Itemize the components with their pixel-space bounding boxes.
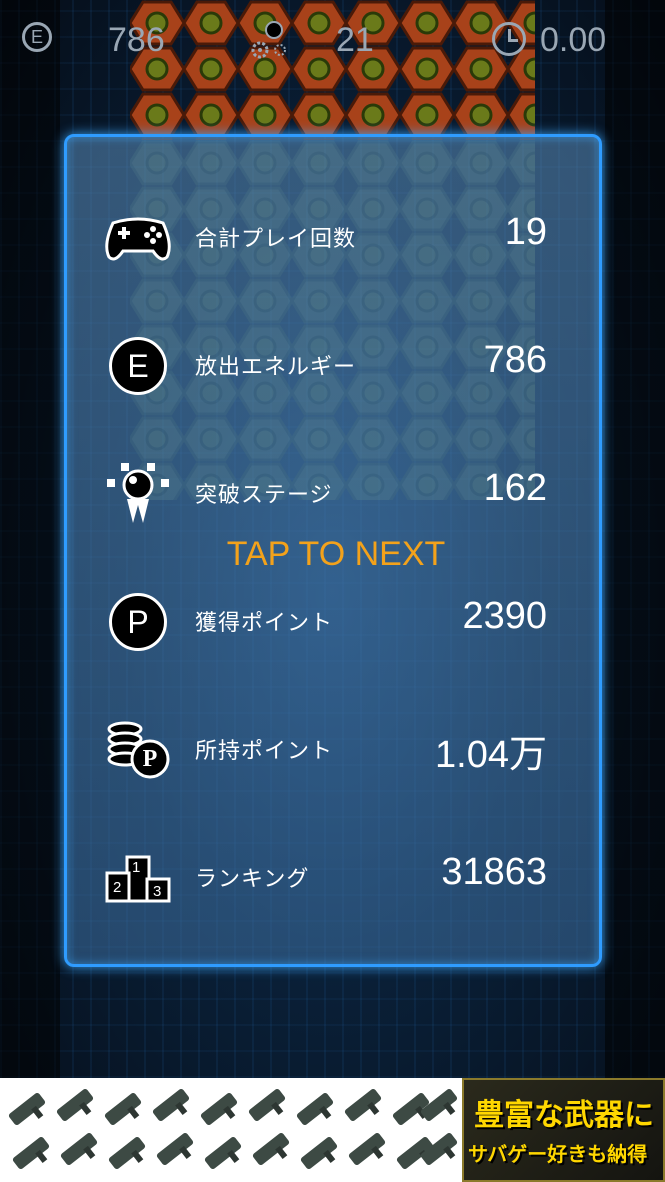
stat-value: 2390 [462,595,547,637]
stat-label: 放出エネルギー [195,355,357,380]
bomb-icon [107,463,169,523]
stat-row-play-count: 合計プレイ回数 19 [67,197,605,277]
energy-icon-letter: E [109,337,167,395]
hud-energy: 786 [108,21,165,59]
stat-row-stage: 突破ステージ 162 [67,453,605,533]
energy-icon: E [103,333,173,397]
stat-row-energy: E 放出エネルギー 786 [67,325,605,405]
clock-icon [492,22,526,56]
tap-to-next[interactable]: TAP TO NEXT [67,535,605,574]
points-icon: P [103,589,173,653]
controller-icon [105,217,171,261]
stat-label: 合計プレイ回数 [195,227,357,252]
podium-second: 2 [113,879,122,896]
result-panel[interactable]: 合計プレイ回数 19 E 放出エネルギー 786 突破ステージ 162 TAP … [64,134,602,967]
stat-row-ranking: 1 2 3 ランキング 31863 [67,837,605,917]
coins-icon: P [103,717,173,781]
stat-row-earned-points: P 獲得ポイント 2390 [67,581,605,661]
stat-row-owned-points: P 所持ポイント 1.04万 [67,709,605,789]
stat-value: 31863 [441,851,547,893]
ad-text-panel[interactable]: 豊富な武器に サバゲー好きも納得 [462,1078,665,1182]
coins-icon-letter: P [142,746,158,772]
hud-stage: 21 [336,21,374,59]
stat-label: 所持ポイント [195,739,334,764]
ad-weapons-graphic [0,1078,462,1182]
ad-banner[interactable]: 豊富な武器に サバゲー好きも納得 [0,1078,665,1182]
stat-value: 19 [504,211,547,253]
gear-bomb-icon [251,21,286,59]
hud-time: 0.00 [540,21,607,59]
hud: E 786 21 0.00 [0,0,665,80]
podium-first: 1 [132,859,141,876]
podium-graphic [105,855,171,903]
stat-value: 786 [483,339,547,381]
ad-subline: サバゲー好きも納得 [468,1142,648,1166]
podium-icon: 1 2 3 [103,845,173,909]
ad-headline: 豊富な武器に [474,1098,654,1133]
stat-label: 獲得ポイント [195,611,334,636]
stat-value: 1.04万 [435,734,547,776]
stat-value: 162 [483,467,547,509]
stat-label: ランキング [195,867,310,892]
stat-label: 突破ステージ [195,483,333,508]
energy-icon: E [22,22,52,52]
points-icon-letter: P [109,593,167,651]
podium-third: 3 [153,883,162,900]
